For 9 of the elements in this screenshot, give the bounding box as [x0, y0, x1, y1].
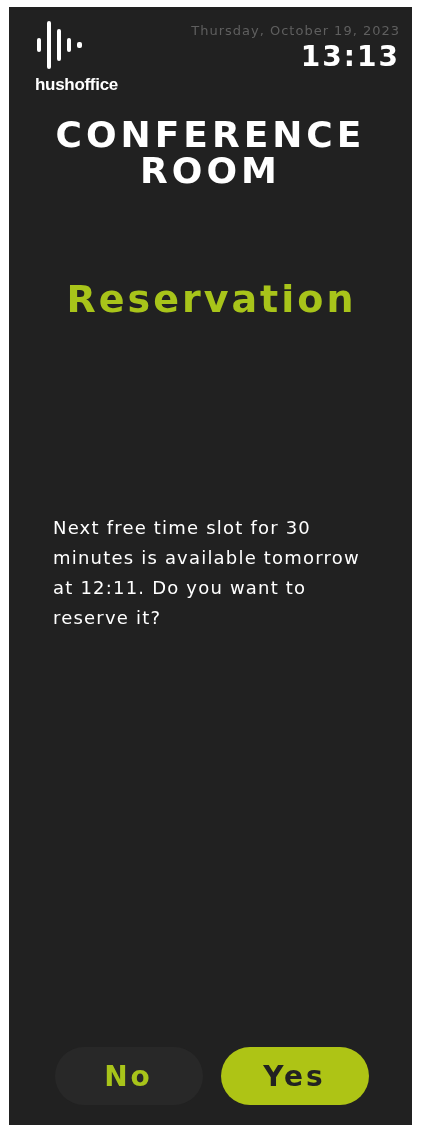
page-heading: Reservation: [65, 277, 358, 321]
brand-name: hushoffice: [35, 75, 118, 95]
cancel-button[interactable]: No: [54, 1047, 203, 1105]
date: Thursday, October 19, 2023: [191, 23, 400, 38]
confirm-button[interactable]: Yes: [220, 1047, 369, 1105]
sound-wave-logo-icon: [37, 21, 85, 69]
clock-time: 13:13: [300, 40, 400, 73]
room-name: CONFERENCE ROOM: [54, 117, 367, 189]
message-text: Next free time slot for 30 minutes is available tomorrow at 12:11. Do you want to reserve it?: [53, 516, 361, 630]
